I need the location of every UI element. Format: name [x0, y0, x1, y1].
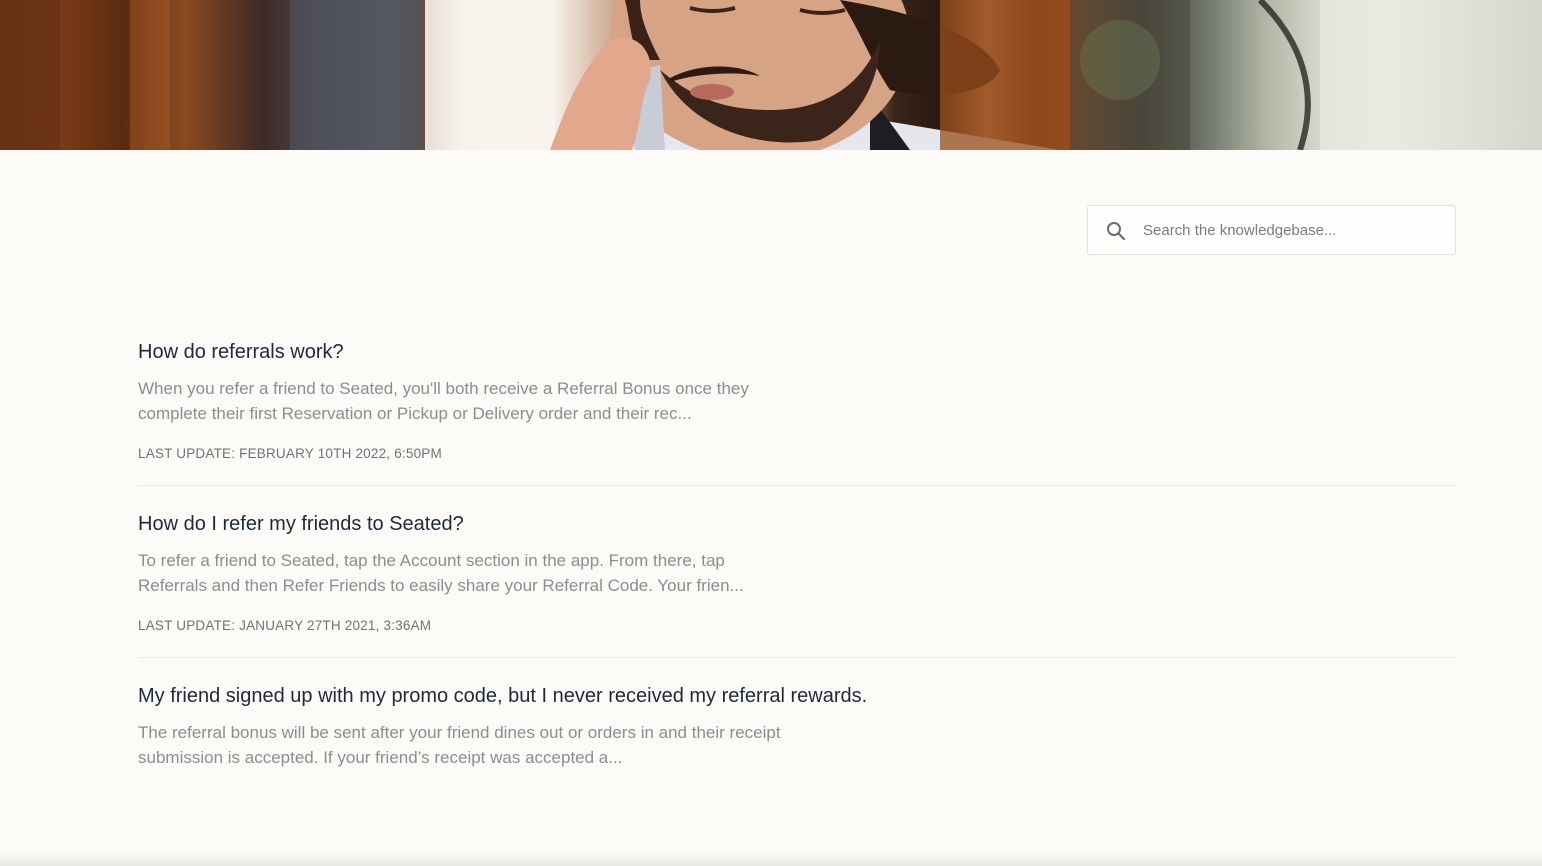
hero-photo-illustration — [0, 0, 1542, 150]
search-input[interactable] — [1143, 206, 1443, 254]
article-title-link[interactable]: How do referrals work? — [138, 338, 1456, 366]
article-list: How do referrals work? When you refer a … — [138, 338, 1456, 818]
search-box[interactable] — [1087, 205, 1456, 255]
bottom-fade — [0, 852, 1542, 866]
article-item: How do I refer my friends to Seated? To … — [138, 510, 1456, 658]
article-item: My friend signed up with my promo code, … — [138, 682, 1456, 794]
article-last-update: LAST UPDATE: FEBRUARY 10TH 2022, 6:50PM — [138, 446, 442, 461]
article-excerpt: When you refer a friend to Seated, you'l… — [138, 379, 749, 423]
knowledgebase-page: How do referrals work? When you refer a … — [0, 0, 1542, 866]
hero-photo — [0, 0, 1542, 150]
search-icon — [1107, 222, 1126, 241]
article-item: How do referrals work? When you refer a … — [138, 338, 1456, 486]
article-last-update: LAST UPDATE: JANUARY 27TH 2021, 3:36AM — [138, 618, 432, 633]
article-title-link[interactable]: How do I refer my friends to Seated? — [138, 510, 1456, 538]
article-title-link[interactable]: My friend signed up with my promo code, … — [138, 682, 1456, 710]
article-excerpt: The referral bonus will be sent after yo… — [138, 723, 781, 767]
article-excerpt: To refer a friend to Seated, tap the Acc… — [138, 551, 744, 595]
